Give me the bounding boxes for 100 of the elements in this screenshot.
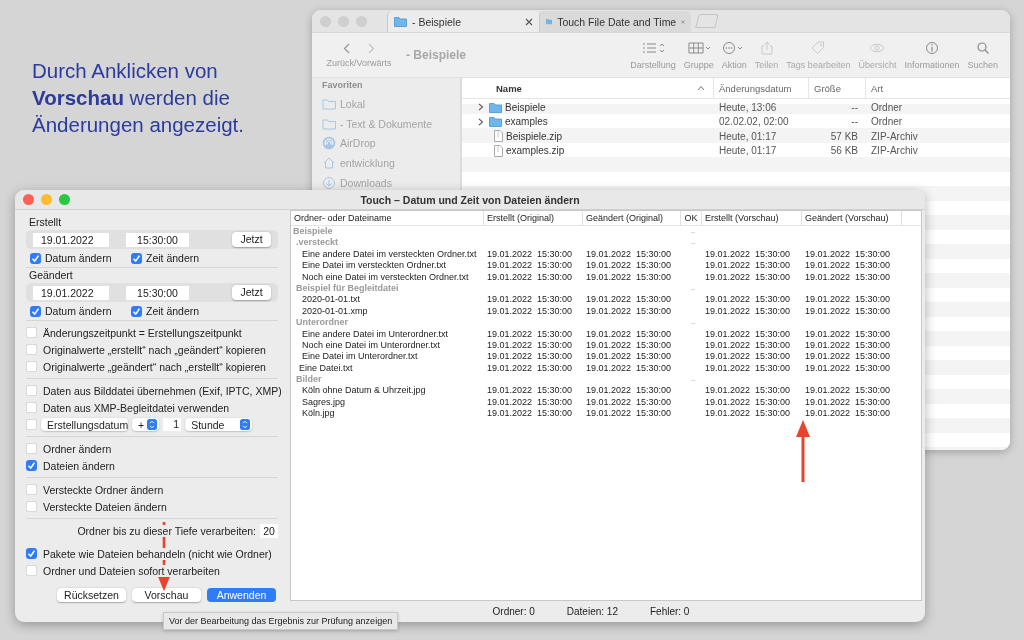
checkbox[interactable]	[26, 327, 37, 338]
now-button[interactable]: Jetzt	[232, 285, 271, 300]
column-header[interactable]: Name	[478, 78, 714, 98]
dropdown[interactable]: +	[132, 418, 160, 431]
time-field[interactable]: 15:30:00	[126, 285, 189, 300]
table-cell-text: 19.01.2022 15:30:00	[804, 339, 892, 352]
file-name: Eine Datei im Unterordner.txt	[301, 351, 419, 363]
table-cell-text: 19.01.2022 15:30:00	[704, 351, 792, 363]
table-cell-text: 19.01.2022 15:30:00	[704, 271, 792, 283]
column-header[interactable]: Größe	[809, 78, 866, 98]
checkbox-label: Dateien ändern	[43, 459, 115, 472]
tab[interactable]: - Beispiele	[387, 11, 539, 32]
chevron-left-icon	[343, 42, 350, 54]
file-name: Köln ohne Datum & Uhrzeit.jpg	[301, 385, 427, 397]
checkbox[interactable]	[26, 344, 37, 355]
table-cell-text: 19.01.2022 15:30:00	[486, 328, 574, 340]
number-field[interactable]: 1	[163, 418, 182, 431]
section-label: Erstellt	[29, 216, 63, 228]
file-name[interactable]: Beispiele.zip	[478, 130, 714, 143]
table-cell-text: 19.01.2022 15:30:00	[704, 248, 792, 261]
checkbox-label: Pakete wie Dateien behandeln (nicht wie Ordner)	[43, 547, 272, 560]
caption-text: Durch Anklicken von Vorschau werden die Änderungen angezeigt.	[32, 58, 245, 138]
checkbox[interactable]	[26, 501, 37, 512]
table-cell-text: 19.01.2022 15:30:00	[585, 408, 673, 420]
table-cell-text: 19.01.2022 15:30:00	[486, 362, 574, 375]
dropdown[interactable]: Stunde	[185, 418, 253, 431]
table-cell-text: 19.01.2022 15:30:00	[486, 339, 574, 352]
checkbox[interactable]	[26, 402, 37, 413]
action-button[interactable]: Anwenden	[207, 588, 276, 602]
table-cell-text: 19.01.2022 15:30:00	[585, 351, 673, 363]
checkbox[interactable]	[26, 484, 37, 495]
checkbox[interactable]	[26, 385, 37, 396]
file-name: 2020-01-01.txt	[301, 294, 362, 306]
checkbox-label: Ordner und Dateien sofort verarbeiten	[43, 564, 220, 577]
checkbox-label: Ordner ändern	[43, 442, 112, 455]
file-name[interactable]: examples.zip	[478, 144, 714, 157]
column-header[interactable]: Geändert (Vorschau)	[802, 211, 902, 225]
file-name: Köln.jpg	[301, 408, 336, 420]
column-header[interactable]: Erstellt (Original)	[484, 211, 583, 225]
file-name[interactable]: examples	[478, 116, 714, 128]
table-cell-text: 19.01.2022 15:30:00	[486, 271, 574, 283]
action-button[interactable]: Rücksetzen	[57, 588, 126, 602]
table-cell-text: 19.01.2022 15:30:00	[704, 396, 792, 409]
file-name: Sagres.jpg	[301, 396, 347, 409]
ok-cell-text: –	[689, 226, 697, 238]
tab[interactable]: Touch File Date and Time	[539, 11, 691, 32]
file-name: Eine andere Datei im versteckten Ordner.txt	[301, 248, 478, 261]
dropdown[interactable]: Erstellungsdatum	[41, 418, 128, 431]
checkbox[interactable]	[26, 460, 37, 471]
column-header[interactable]: Geändert (Original)	[583, 211, 681, 225]
column-header[interactable]: OK	[681, 211, 702, 225]
checkbox[interactable]	[26, 565, 37, 576]
list-icon	[641, 40, 666, 55]
action-button[interactable]: Vorschau	[132, 588, 201, 602]
column-header[interactable]: Art	[866, 78, 956, 98]
download-icon	[322, 175, 336, 190]
folder-icon	[489, 101, 502, 113]
kind-cell-text: ZIP-Archiv	[870, 145, 919, 157]
checkmark-icon	[31, 253, 40, 263]
checkbox[interactable]	[26, 361, 37, 372]
table-cell-text: 19.01.2022 15:30:00	[704, 260, 792, 272]
table-cell-text: 19.01.2022 15:30:00	[486, 260, 574, 272]
checkbox-label: Daten aus XMP-Begleitdatei verwenden	[43, 401, 230, 414]
kind-cell-text: Ordner	[870, 101, 904, 113]
table-cell-text: 19.01.2022 15:30:00	[804, 408, 892, 420]
number-field[interactable]: 20	[260, 523, 278, 538]
folder-name: .versteckt	[295, 237, 340, 249]
column-header[interactable]: Ordner- oder Dateiname	[291, 211, 484, 225]
checkbox[interactable]	[131, 252, 142, 264]
window-control[interactable]	[59, 194, 70, 205]
status-text: Dateien: 12	[566, 606, 618, 617]
checkbox[interactable]	[131, 305, 142, 317]
window-control[interactable]	[23, 194, 34, 205]
checkbox[interactable]	[30, 252, 41, 264]
column-header[interactable]: Erstellt (Vorschau)	[702, 211, 802, 225]
sidebar-heading: Favoriten	[322, 80, 364, 90]
checkbox-label: Daten aus Bilddatei übernehmen (Exif, IPTC, XMP)	[43, 384, 282, 397]
file-name: Eine Datei im versteckten Ordner.txt	[301, 260, 448, 272]
checkbox[interactable]	[30, 305, 41, 317]
table-cell-text: 19.01.2022 15:30:00	[704, 305, 792, 318]
checkbox-label: Versteckte Dateien ändern	[43, 500, 167, 513]
checkbox-label: Originalwerte „erstellt“ nach „geändert“ kopieren	[43, 343, 266, 356]
table-cell-text: 19.01.2022 15:30:00	[804, 305, 892, 318]
folder-outline-icon	[322, 116, 336, 131]
checkbox[interactable]	[26, 443, 37, 454]
folder-icon	[546, 16, 553, 27]
table-cell-text: 19.01.2022 15:30:00	[804, 294, 892, 306]
file-name: Noch eine Datei im Unterordner.txt	[301, 339, 442, 352]
time-field[interactable]: 15:30:00	[126, 232, 189, 247]
file-name[interactable]: Beispiele	[478, 101, 714, 113]
kind-cell-text: Ordner	[870, 116, 904, 128]
checkbox[interactable]	[26, 548, 37, 559]
date-field[interactable]: 19.01.2022	[33, 285, 109, 300]
date-field[interactable]: 19.01.2022	[33, 232, 109, 247]
table-cell-text: 19.01.2022 15:30:00	[585, 396, 673, 409]
new-tab-button[interactable]	[695, 14, 719, 28]
checkbox[interactable]	[26, 419, 37, 430]
column-header[interactable]: Änderungsdatum	[714, 78, 809, 98]
now-button[interactable]: Jetzt	[232, 232, 271, 247]
window-control[interactable]	[41, 194, 52, 205]
